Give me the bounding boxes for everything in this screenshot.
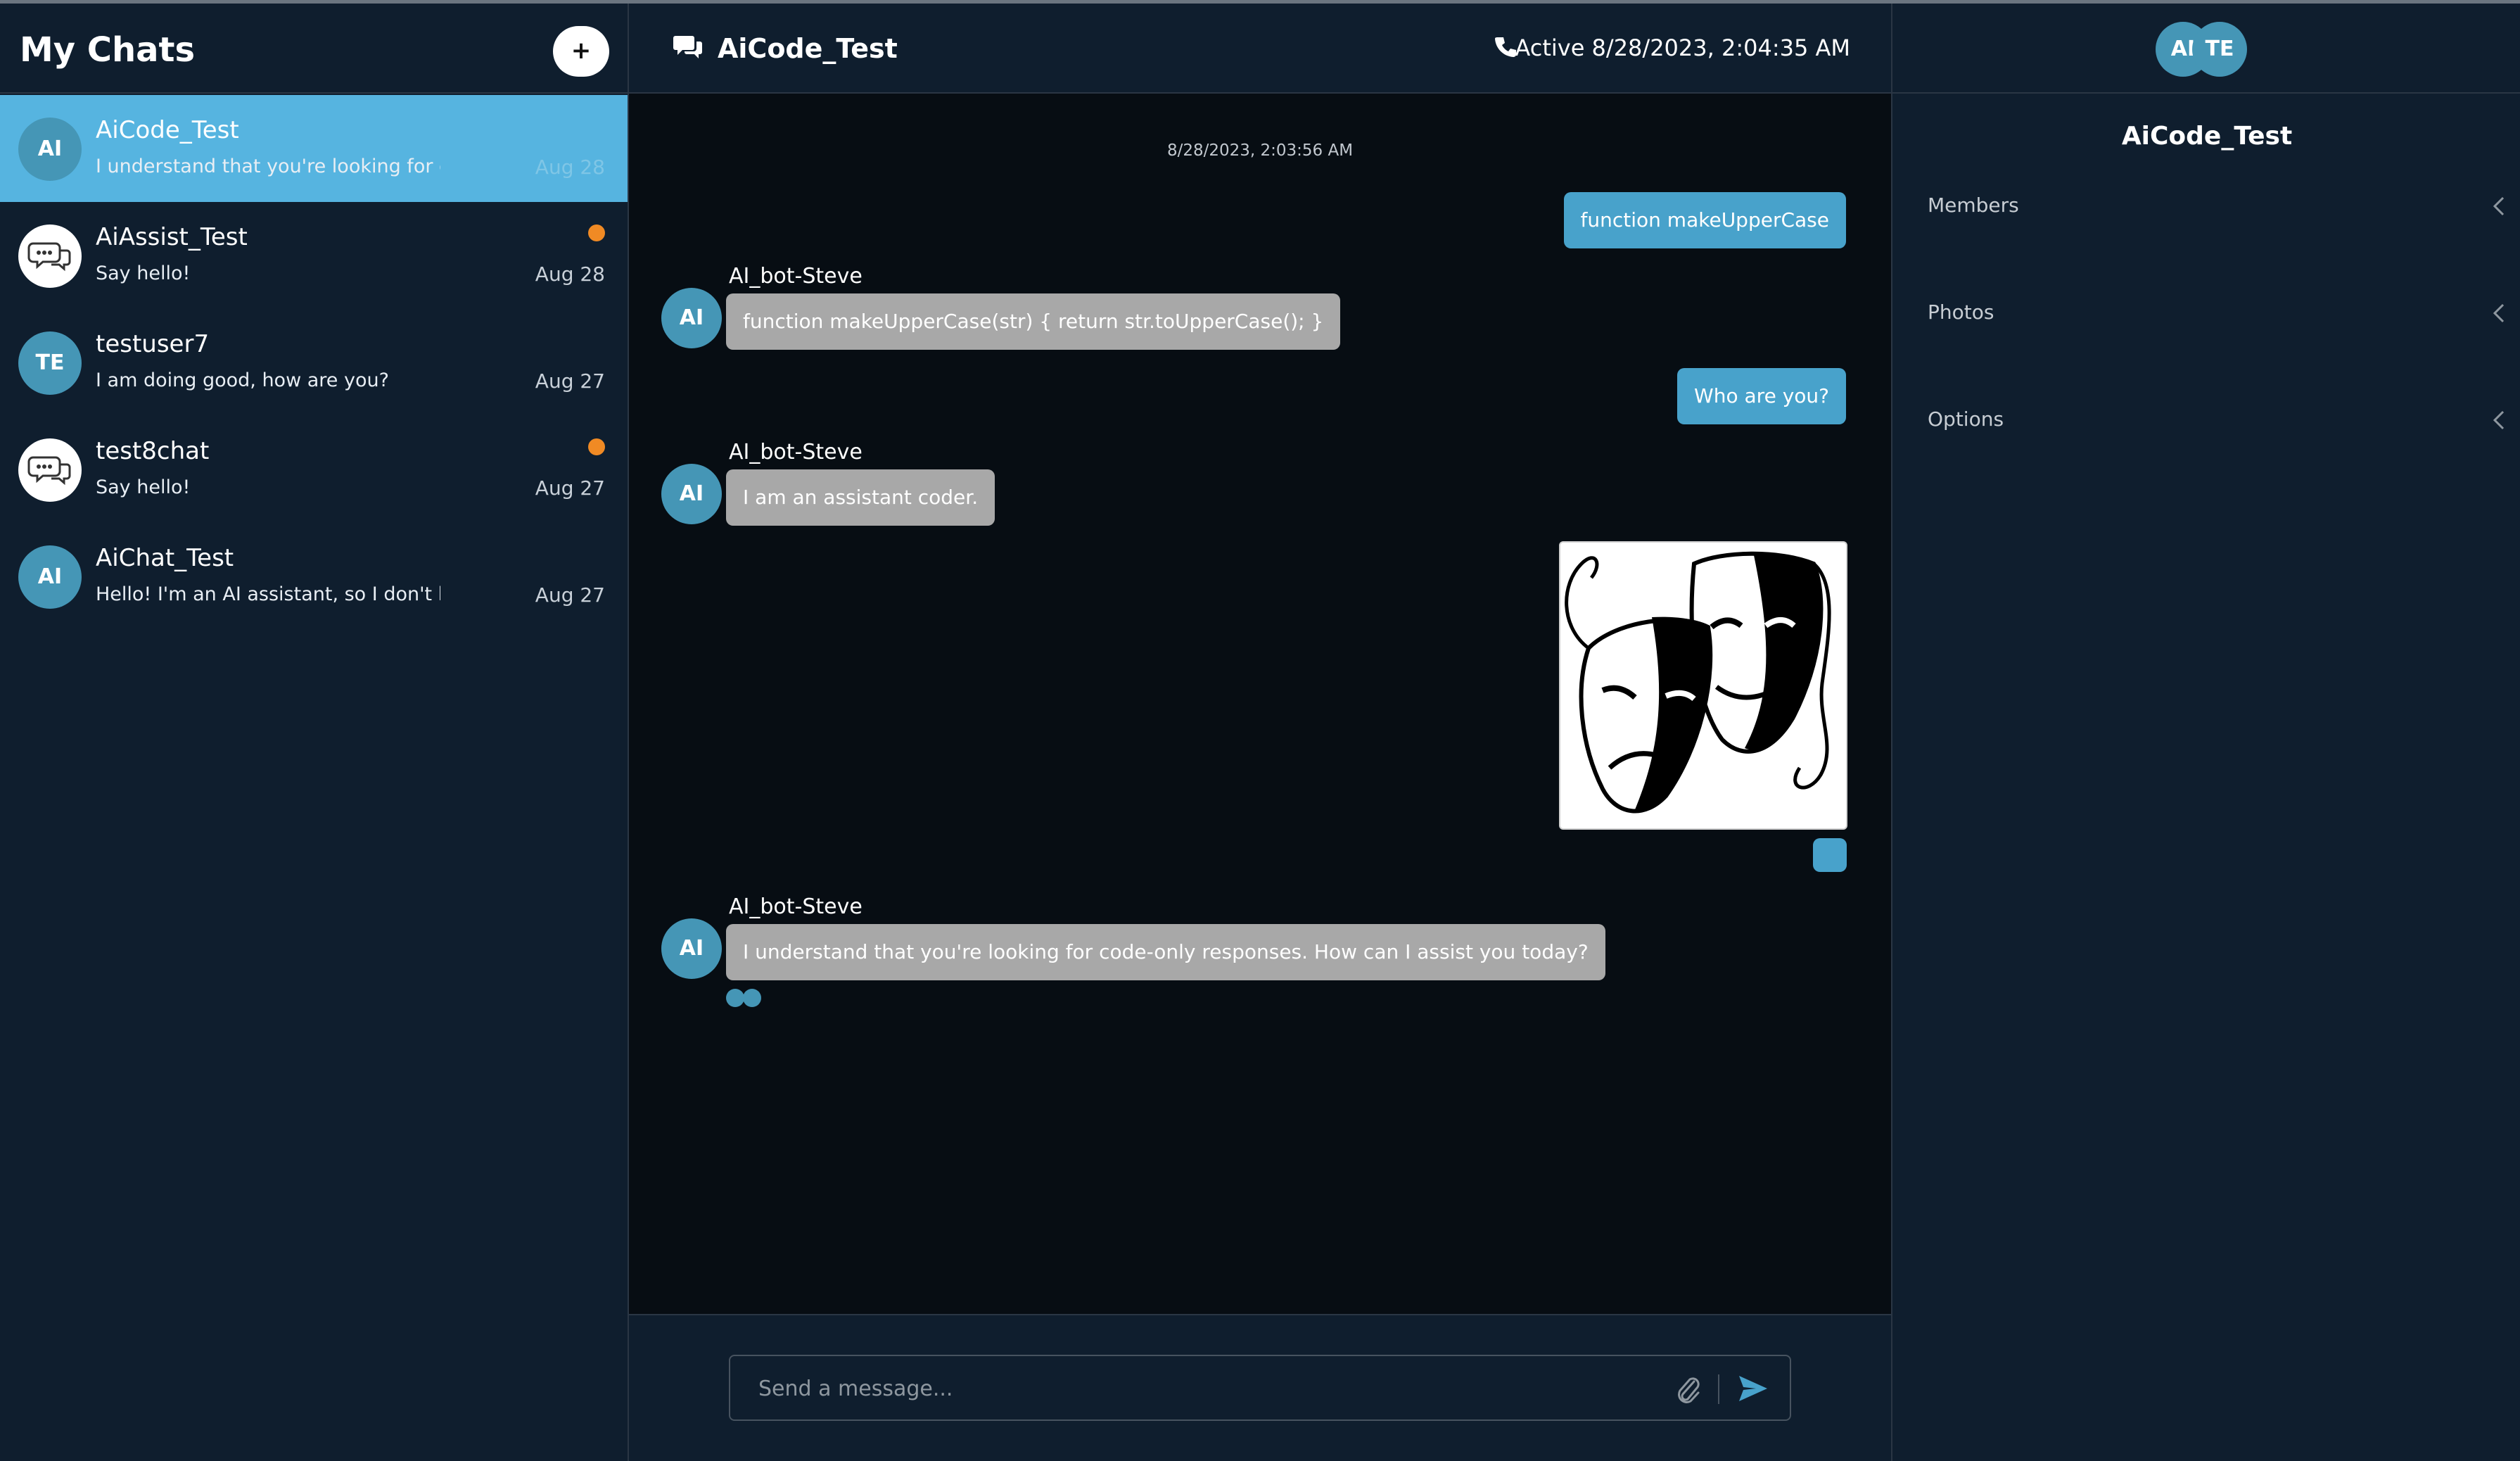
chat-list: AI AiCode_Test I understand that you're …	[0, 95, 628, 630]
member-avatar: TE	[2192, 22, 2247, 77]
chat-name: testuser7	[96, 330, 210, 358]
chat-preview: I understand that you're looking for cod…	[96, 156, 440, 177]
composer-divider	[1718, 1374, 1719, 1404]
chat-preview: I am doing good, how are you?	[96, 369, 389, 391]
message-sender: AI_bot-Steve	[729, 894, 863, 919]
section-label: Members	[1928, 194, 2019, 217]
chat-date: Aug 28	[535, 263, 605, 286]
chat-date: Aug 27	[535, 583, 605, 607]
photos-section[interactable]: Photos	[1892, 301, 2520, 406]
message-input[interactable]	[758, 1370, 1673, 1407]
incoming-message: I am an assistant coder.	[726, 469, 995, 526]
chat-list-item-aicode-test[interactable]: AI AiCode_Test I understand that you're …	[0, 95, 628, 202]
unread-indicator	[588, 224, 605, 241]
chevron-left-icon	[2493, 196, 2505, 216]
message-status-icon	[1813, 838, 1847, 872]
outgoing-message: Who are you?	[1677, 368, 1846, 424]
sender-avatar: AI	[661, 464, 722, 524]
chat-date: Aug 28	[535, 156, 605, 179]
chat-date: Aug 27	[535, 369, 605, 393]
sender-avatar: AI	[661, 288, 722, 348]
send-icon[interactable]	[1736, 1372, 1770, 1405]
chat-preview: Say hello!	[96, 476, 191, 498]
chat-window: AiCode_Test Active 8/28/2023, 2:04:35 AM…	[629, 4, 1891, 1461]
active-status: Active 8/28/2023, 2:04:35 AM	[1515, 34, 1850, 61]
composer-area	[629, 1314, 1891, 1461]
details-title: AiCode_Test	[2121, 122, 2293, 151]
chat-preview: Hello! I'm an AI assistant, so I don't h…	[96, 583, 440, 605]
chat-name: AiChat_Test	[96, 544, 234, 572]
chat-list-item-aiassist-test[interactable]: AiAssist_Test Say hello! Aug 28	[0, 202, 628, 309]
chat-avatar: TE	[18, 331, 82, 395]
chat-name: AiAssist_Test	[96, 223, 248, 251]
sender-avatar: AI	[661, 918, 722, 979]
message-sender: AI_bot-Steve	[729, 264, 863, 289]
outgoing-message: function makeUpperCase	[1563, 192, 1846, 248]
chat-bubbles-icon	[673, 36, 702, 58]
chevron-left-icon	[2493, 410, 2505, 430]
message-timestamp: 8/28/2023, 2:03:56 AM	[1166, 141, 1354, 160]
members-section[interactable]: Members	[1892, 194, 2520, 299]
incoming-message: I understand that you're looking for cod…	[726, 924, 1605, 980]
options-section[interactable]: Options	[1892, 407, 2520, 513]
chat-title: AiCode_Test	[718, 33, 898, 64]
unread-indicator	[588, 438, 605, 455]
message-list: 8/28/2023, 2:03:56 AM function makeUpper…	[629, 95, 1891, 1314]
new-chat-button[interactable]: +	[553, 26, 609, 77]
read-receipt-avatar	[726, 989, 744, 1007]
chevron-left-icon	[2493, 303, 2505, 323]
chat-list-item-aichat-test[interactable]: AI AiChat_Test Hello! I'm an AI assistan…	[0, 523, 628, 630]
chat-name: AiCode_Test	[96, 116, 239, 144]
chat-sidebar: My Chats + AI AiCode_Test I understand t…	[0, 4, 629, 1461]
chat-preview: Say hello!	[96, 263, 191, 284]
message-sender: AI_bot-Steve	[729, 440, 863, 464]
chat-details-panel: AI TE AiCode_Test Members Photos Options	[1891, 4, 2520, 1461]
paperclip-icon[interactable]	[1674, 1373, 1703, 1405]
chat-avatar: AI	[18, 545, 82, 609]
chat-date: Aug 27	[535, 476, 605, 500]
message-composer	[729, 1355, 1791, 1421]
incoming-message: function makeUpperCase(str) { return str…	[726, 293, 1341, 350]
chat-header: AiCode_Test Active 8/28/2023, 2:04:35 AM	[629, 4, 1891, 94]
chat-app: My Chats + AI AiCode_Test I understand t…	[0, 4, 2520, 1461]
theater-masks-image[interactable]	[1559, 541, 1847, 830]
chat-bubbles-icon	[18, 224, 82, 288]
chat-list-item-test8chat[interactable]: test8chat Say hello! Aug 27	[0, 416, 628, 523]
read-receipt-avatar	[743, 989, 761, 1007]
sidebar-title: My Chats	[20, 30, 196, 70]
section-label: Photos	[1928, 301, 1994, 324]
phone-icon[interactable]	[1494, 36, 1517, 58]
chat-name: test8chat	[96, 437, 210, 465]
details-header: AI TE	[1892, 4, 2520, 94]
section-label: Options	[1928, 407, 2004, 431]
sidebar-header: My Chats +	[0, 4, 628, 94]
chat-avatar: AI	[18, 118, 82, 181]
chat-bubbles-icon	[18, 438, 82, 502]
chat-list-item-testuser7[interactable]: TE testuser7 I am doing good, how are yo…	[0, 309, 628, 416]
